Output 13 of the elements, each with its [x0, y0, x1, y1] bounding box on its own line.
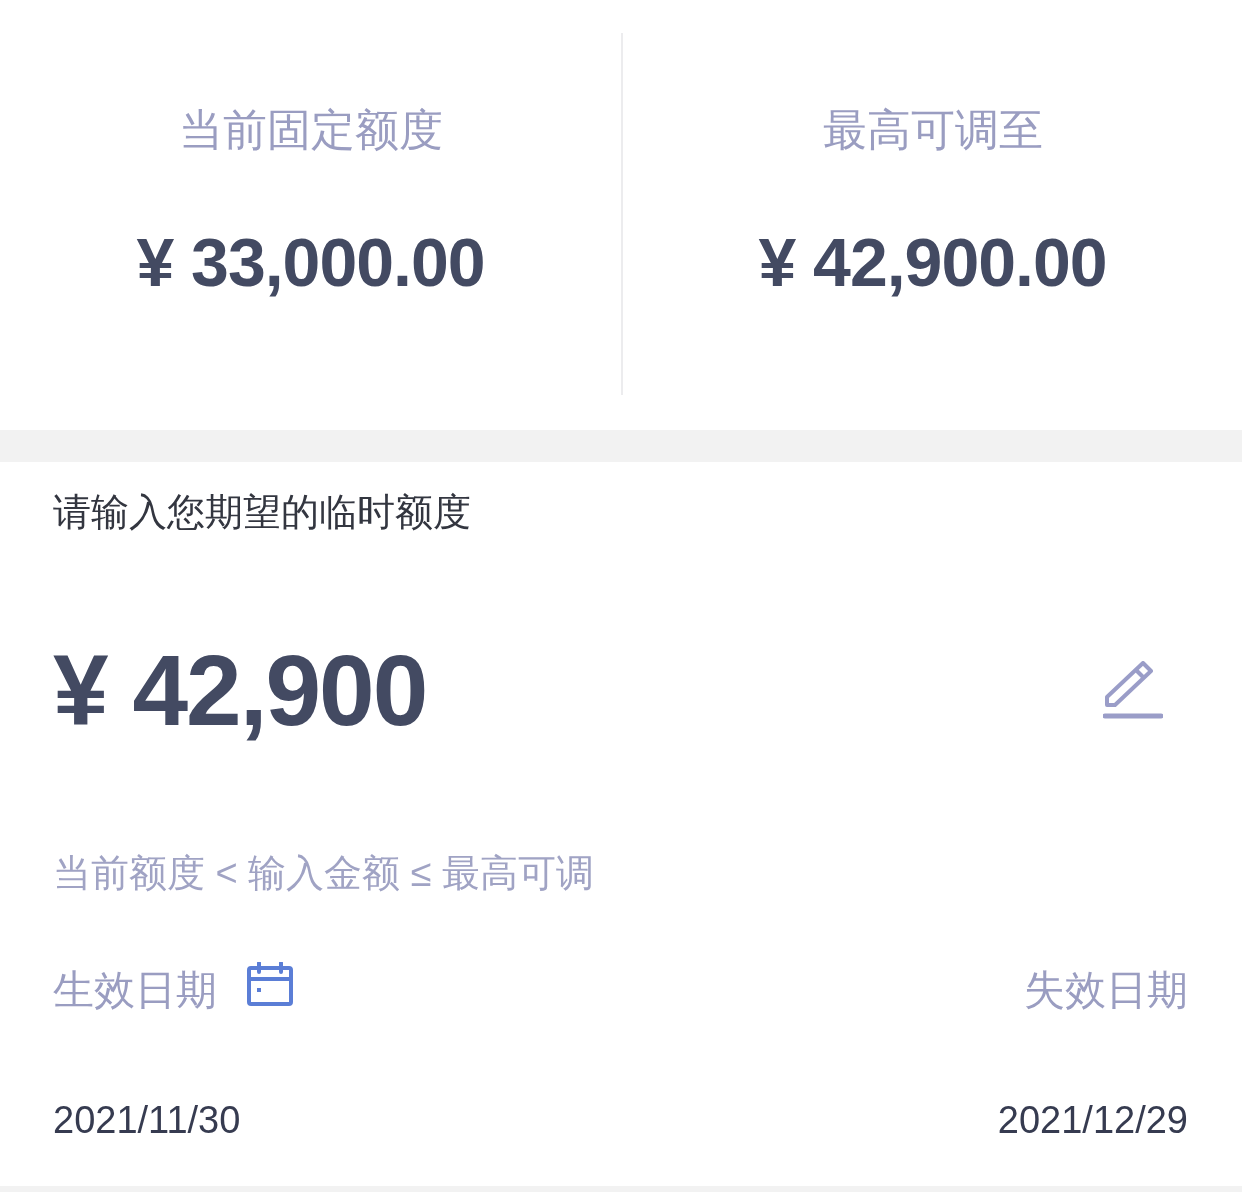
date-value: 2021/11/30: [53, 1098, 241, 1143]
range-hint: 当前额度 < 输入金额 ≤ 最高可调: [53, 851, 595, 896]
limit-label: 最高可调至: [822, 104, 1043, 156]
calendar-icon[interactable]: [247, 962, 293, 1006]
limit-amount: ¥ 42,900.00: [758, 223, 1107, 302]
amount-prompt: 请输入您期望的临时额度: [53, 490, 471, 535]
limit-amount: ¥ 33,000.00: [136, 223, 485, 302]
limit-label: 当前固定额度: [178, 104, 443, 156]
date-label: 失效日期: [1024, 966, 1188, 1015]
date-label: 生效日期: [53, 966, 217, 1015]
pencil-icon[interactable]: [1103, 661, 1163, 719]
date-value: 2021/12/29: [997, 1098, 1188, 1143]
amount-input[interactable]: ¥ 42,900: [53, 630, 427, 750]
